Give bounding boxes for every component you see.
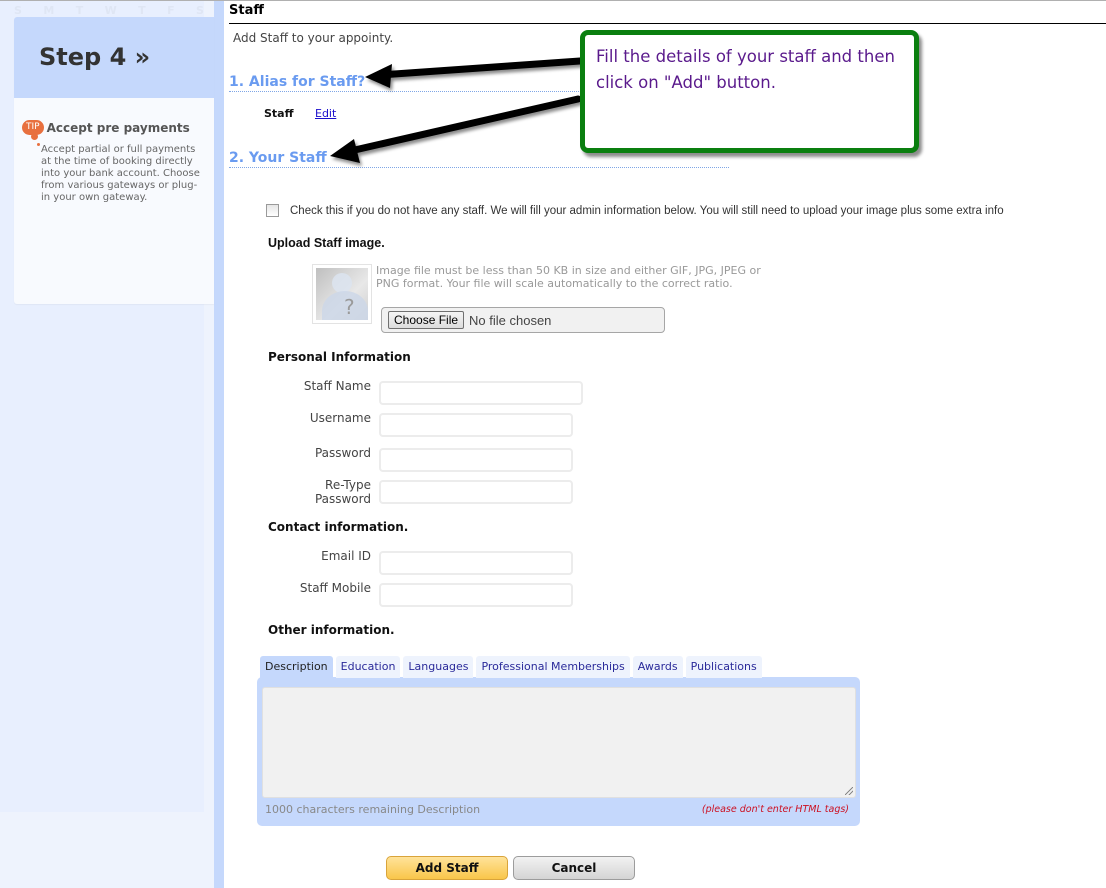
weekday-label: W: [104, 4, 117, 17]
weekday-label: F: [167, 4, 175, 17]
staff-image-file-input[interactable]: Choose File No file chosen: [381, 307, 665, 333]
section-heading-alias: 1. Alias for Staff?: [229, 74, 366, 90]
tab-languages[interactable]: Languages: [403, 656, 474, 678]
arrow-to-your-staff-icon: [330, 95, 582, 163]
resize-grip-icon[interactable]: [845, 787, 853, 795]
page-title: Staff: [229, 3, 264, 18]
other-info-heading: Other information.: [268, 623, 395, 637]
tip-bubble-dot-icon: [31, 133, 38, 140]
no-staff-checkbox-label: Check this if you do not have any staff.…: [290, 204, 1004, 217]
staff-name-label: Staff Name: [303, 379, 371, 393]
staff-name-input[interactable]: [379, 381, 583, 405]
annotation-callout: Fill the details of your staff and then …: [580, 30, 919, 153]
avatar-placeholder-icon: ?: [316, 268, 368, 320]
tip-bubble-dot-icon: [37, 143, 40, 146]
email-input[interactable]: [379, 551, 573, 575]
username-label: Username: [309, 411, 371, 425]
choose-file-button[interactable]: Choose File: [388, 311, 465, 329]
weekday-label: T: [138, 4, 146, 17]
cancel-button[interactable]: Cancel: [513, 856, 635, 880]
title-divider: [229, 23, 1106, 24]
page-subtitle: Add Staff to your appointy.: [233, 31, 394, 45]
tip-title: Accept pre payments: [46, 120, 190, 135]
arrow-to-alias-icon: [365, 57, 584, 88]
no-staff-checkbox[interactable]: [266, 204, 279, 217]
staff-image-placeholder: ?: [312, 264, 372, 324]
password-label: Password: [314, 446, 371, 460]
other-info-tabs: Description Education Languages Professi…: [260, 656, 765, 678]
retype-password-label: Re-Type Password: [314, 478, 371, 506]
tab-awards[interactable]: Awards: [632, 656, 683, 678]
file-status: No file chosen: [469, 312, 552, 328]
section-heading-your-staff: 2. Your Staff: [229, 150, 327, 166]
calendar-weekday-header: S M T W T F S: [14, 4, 204, 17]
sidebar-rail: [214, 1, 224, 888]
weekday-label: M: [43, 4, 55, 17]
personal-info-heading: Personal Information: [268, 350, 411, 364]
staff-mobile-input[interactable]: [379, 583, 573, 607]
step-header: Step 4 »: [14, 17, 214, 98]
alias-current-value: Staff: [264, 107, 294, 120]
chars-remaining-counter: 1000 characters remaining Description: [265, 803, 481, 816]
password-input[interactable]: [379, 448, 573, 472]
weekday-label: S: [14, 4, 22, 17]
edit-alias-link[interactable]: Edit: [315, 107, 336, 120]
tab-education[interactable]: Education: [335, 656, 401, 678]
upload-heading: Upload Staff image.: [268, 236, 385, 250]
tab-publications[interactable]: Publications: [685, 656, 762, 678]
email-label: Email ID: [321, 549, 371, 563]
tip-header: TIP Accept pre payments: [22, 120, 190, 135]
weekday-label: S: [196, 4, 204, 17]
no-staff-option: Check this if you do not have any staff.…: [266, 204, 1004, 217]
callout-text: Fill the details of your staff and then …: [596, 47, 895, 92]
tab-professional-memberships[interactable]: Professional Memberships: [476, 656, 630, 678]
description-textarea[interactable]: [262, 687, 856, 798]
tab-description[interactable]: Description: [260, 656, 333, 678]
staff-mobile-label: Staff Mobile: [299, 581, 371, 595]
section-divider: [229, 167, 729, 168]
contact-info-heading: Contact information.: [268, 520, 409, 534]
html-warning: (please don't enter HTML tags): [701, 804, 849, 815]
username-input[interactable]: [379, 413, 573, 437]
step-title: Step 4 »: [39, 43, 151, 71]
retype-password-input[interactable]: [379, 480, 573, 504]
add-staff-button[interactable]: Add Staff: [386, 856, 508, 880]
upload-hint: Image file must be less than 50 KB in si…: [376, 264, 761, 290]
tip-text: Accept partial or full payments at the t…: [41, 144, 200, 203]
weekday-label: T: [75, 4, 84, 17]
